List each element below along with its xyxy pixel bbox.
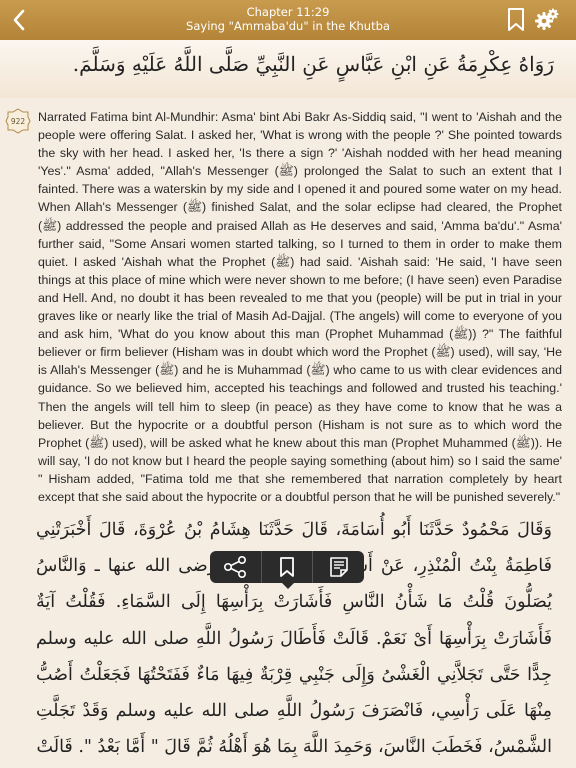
hadith-number-badge: 922 [5,108,31,134]
navigation-bar: Chapter 11:29 Saying "Ammaba'du" in the … [0,0,576,40]
chevron-left-icon [13,9,25,31]
selection-action-toolbar [210,551,364,583]
hadith-number: 922 [10,116,26,126]
bookmark-icon [508,8,524,31]
arabic-header-text: رَوَاهُ عِكْرِمَةُ عَنِ ابْنِ عَبَّاسٍ ع… [72,52,554,76]
back-button[interactable] [6,6,32,34]
chapter-title: Saying "Ammaba'du" in the Khutba [186,19,390,33]
add-note-button[interactable] [313,551,364,583]
hadith-arabic-text[interactable]: وَقَالَ مَحْمُودٌ حَدَّثَنَا أَبُو أُسَا… [36,512,552,765]
toolbar-pointer [281,582,295,589]
gear-icon [535,8,559,30]
previous-hadith-arabic: رَوَاهُ عِكْرِمَةُ عَنِ ابْنِ عَبَّاسٍ ع… [0,40,576,98]
hadith-english-text[interactable]: Narrated Fatima bint Al-Mundhir: Asma' b… [38,108,562,506]
share-icon [224,556,247,578]
share-button[interactable] [210,551,262,583]
note-icon [329,557,348,577]
bookmark-button[interactable] [506,7,526,33]
chapter-number: Chapter 11:29 [246,5,330,19]
title-block: Chapter 11:29 Saying "Ammaba'du" in the … [120,5,456,33]
settings-button[interactable] [535,8,559,32]
bookmark-icon [280,557,294,577]
toolbar-bookmark-button[interactable] [262,551,314,583]
